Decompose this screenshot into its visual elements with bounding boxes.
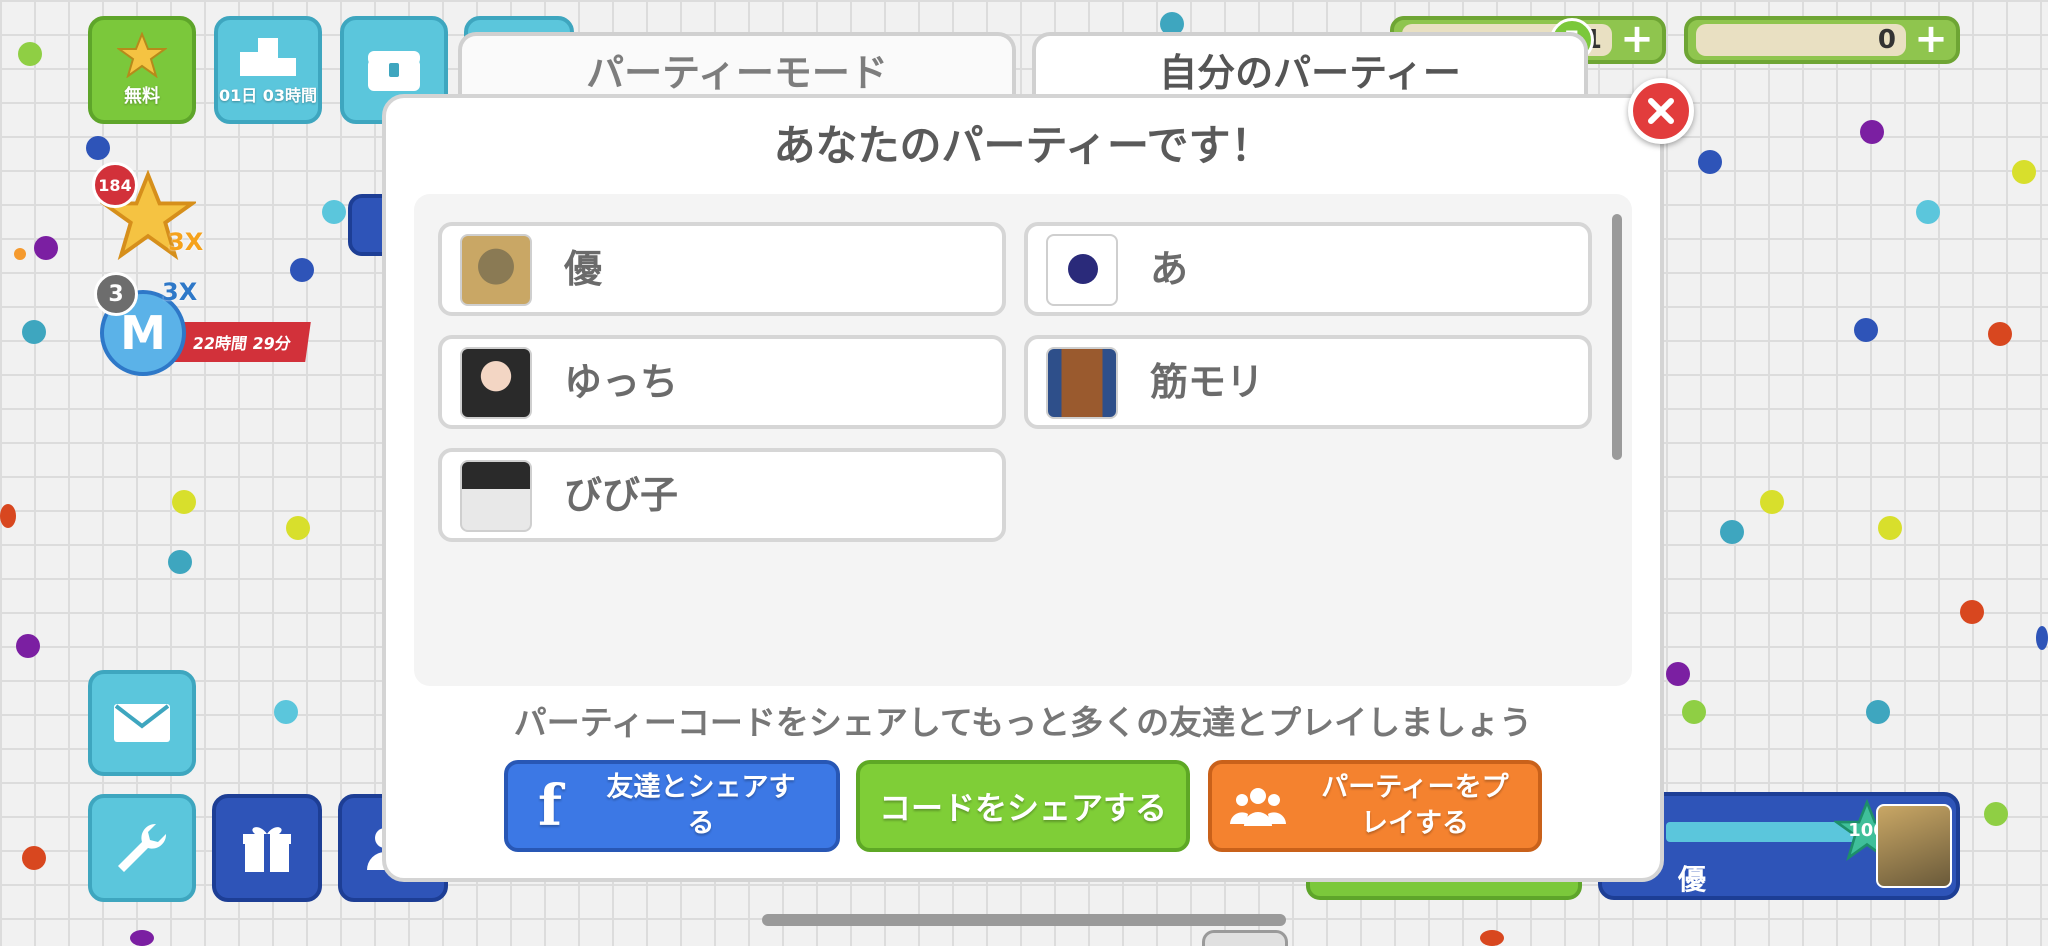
chest-icon: [368, 51, 420, 91]
play-party-button[interactable]: パーティーをプレイする: [1208, 760, 1542, 852]
settings-button[interactable]: [88, 794, 196, 902]
free-reward-button[interactable]: 無料: [88, 16, 196, 124]
add-coins-button[interactable]: +: [1912, 19, 1950, 59]
free-label: 無料: [124, 86, 160, 107]
level-badge: 3: [94, 272, 138, 316]
member-card[interactable]: 優: [438, 222, 1006, 316]
coin-count: 0: [1877, 25, 1896, 55]
member-avatar: [460, 234, 532, 306]
close-icon: [1648, 98, 1674, 124]
wrench-icon: [118, 823, 167, 872]
group-icon: [1230, 788, 1286, 826]
share-with-friends-label: 友達とシェアする: [606, 772, 796, 839]
share-code-label: コードをシェアする: [878, 789, 1167, 827]
member-avatar: [460, 460, 532, 532]
add-gems-button[interactable]: +: [1618, 19, 1656, 59]
xp-bar: [1666, 822, 1858, 842]
modal-heading: あなたのパーティーです！: [773, 121, 1273, 170]
play-party-label: パーティーをプレイする: [1321, 772, 1509, 839]
multiplier-a: 3X: [168, 228, 204, 256]
badge-count: 184: [92, 162, 138, 208]
member-name: 筋モリ: [1150, 360, 1265, 404]
multiplier-b: 3X: [162, 278, 198, 306]
tab-my-party[interactable]: 自分のパーティー: [1032, 32, 1588, 102]
facebook-icon: f: [537, 773, 563, 839]
player-name: 優: [1678, 863, 1707, 896]
star-boost[interactable]: 184 3X: [92, 162, 206, 264]
member-card[interactable]: あ: [1024, 222, 1592, 316]
member-card[interactable]: びび子: [438, 448, 1006, 542]
member-card[interactable]: ゆっち: [438, 335, 1006, 429]
mass-boost[interactable]: 22時間 29分 M 3 3X: [94, 270, 314, 380]
close-button[interactable]: [1628, 78, 1694, 144]
partial-bottom-icon: [1202, 930, 1288, 946]
home-indicator[interactable]: [762, 914, 1286, 926]
mail-icon: [114, 704, 170, 742]
member-name: 優: [564, 247, 603, 291]
member-avatar: [460, 347, 532, 419]
member-name: あ: [1150, 247, 1189, 291]
tab-party-mode[interactable]: パーティーモード: [458, 32, 1016, 102]
leaderboard-button[interactable]: 01日 03時間: [214, 16, 322, 124]
member-list-scrollbar[interactable]: [1612, 214, 1622, 460]
member-name: びび子: [564, 473, 679, 517]
member-card[interactable]: 筋モリ: [1024, 335, 1592, 429]
share-with-friends-button[interactable]: f 友達とシェアする: [504, 760, 840, 852]
profile-avatar: [1876, 804, 1952, 888]
timer-label: 01日 03時間: [218, 86, 318, 105]
member-avatar: [1046, 234, 1118, 306]
share-hint: パーティーコードをシェアしてもっと多くの友達とプレイしましょう: [513, 703, 1533, 742]
gift-button[interactable]: [212, 794, 322, 902]
coin-counter: 0 +: [1684, 16, 1960, 64]
star-icon: [117, 32, 167, 78]
podium-icon: [240, 38, 296, 76]
member-name: ゆっち: [564, 360, 679, 404]
gift-icon: [243, 827, 291, 872]
member-avatar: [1046, 347, 1118, 419]
mail-button[interactable]: [88, 670, 196, 776]
share-code-button[interactable]: コードをシェアする: [856, 760, 1190, 852]
boost-timer: 22時間 29分: [173, 322, 311, 362]
